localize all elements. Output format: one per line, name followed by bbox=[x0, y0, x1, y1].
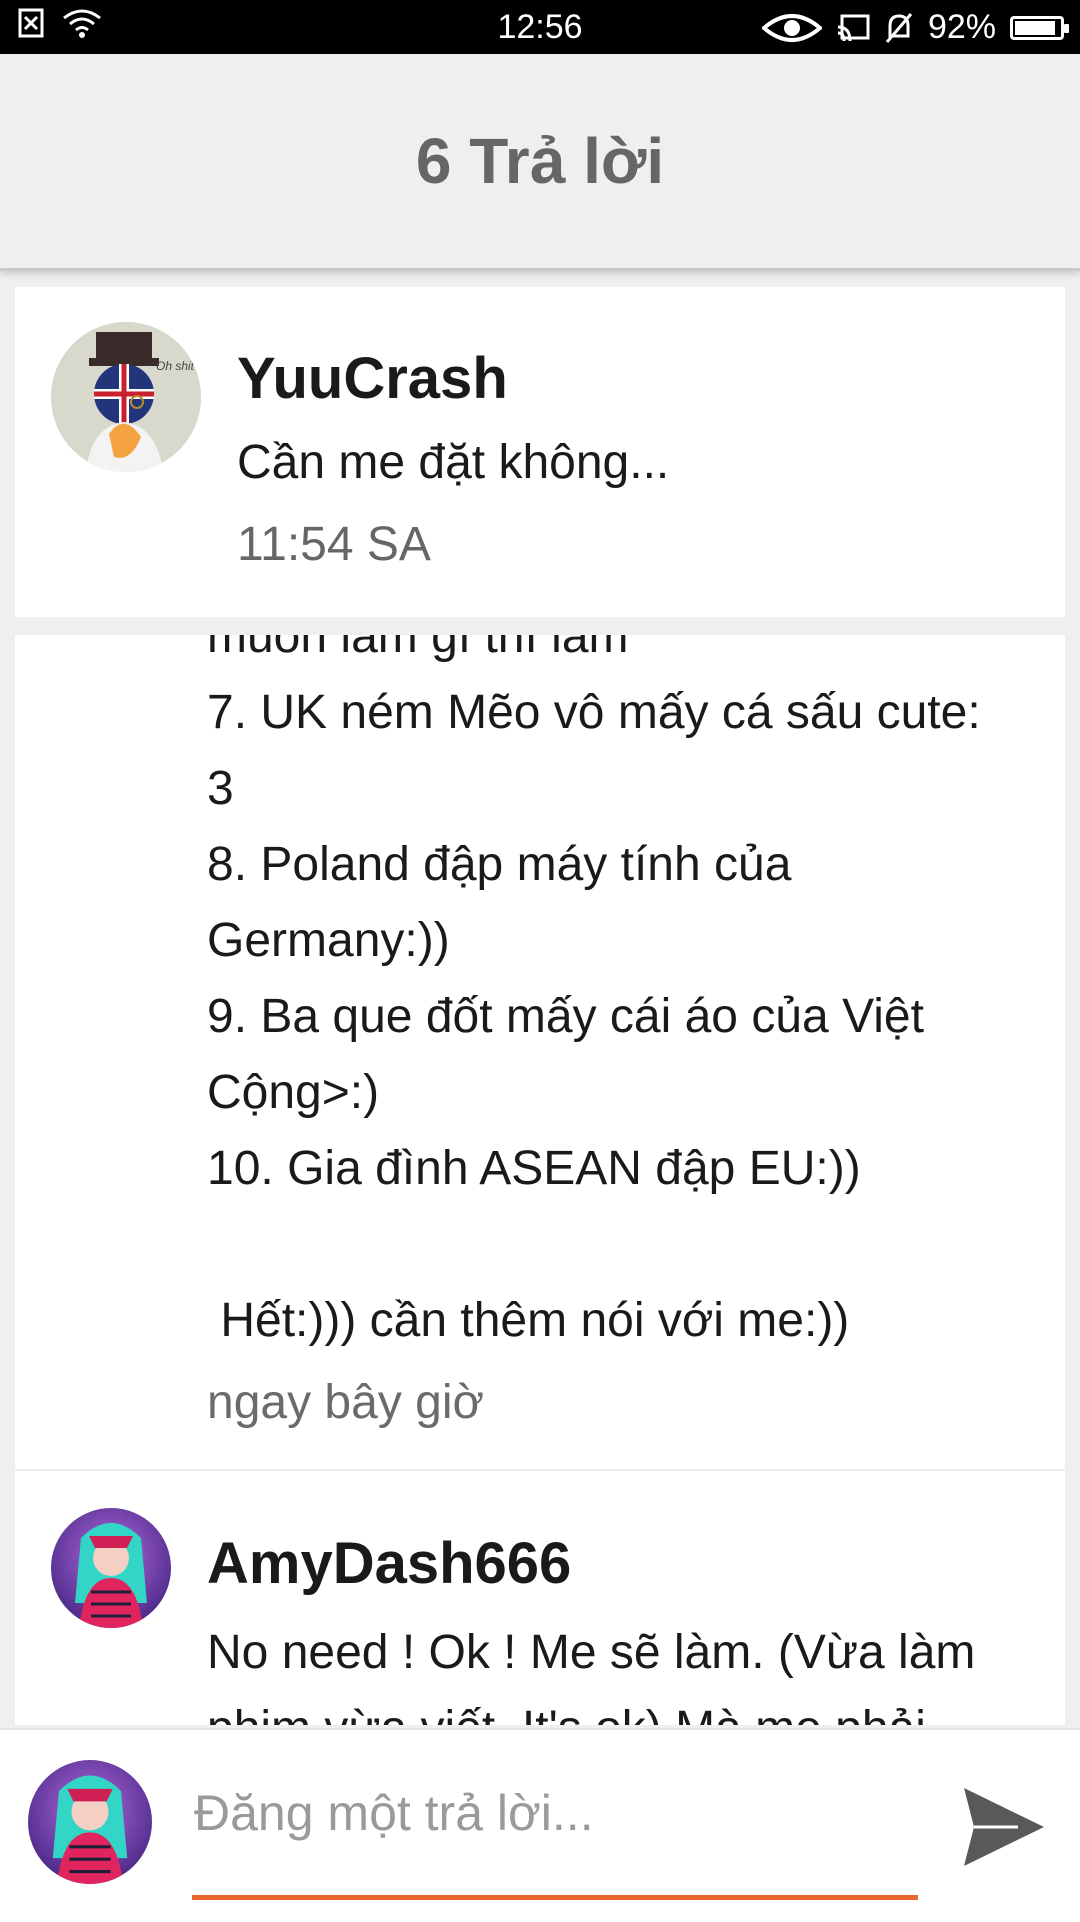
avatar[interactable] bbox=[51, 1508, 171, 1628]
avatar-image bbox=[28, 1760, 152, 1884]
bell-off-icon bbox=[885, 12, 913, 43]
input-underline bbox=[192, 1895, 918, 1900]
parent-comment[interactable]: Oh shit YuuCrash Cần me đặt không... 11:… bbox=[15, 287, 1065, 617]
avatar-image bbox=[51, 1508, 171, 1628]
status-right: 92% bbox=[761, 8, 1069, 47]
reply-time: ngay bây giờ bbox=[207, 1376, 484, 1429]
author-name[interactable]: YuuCrash bbox=[237, 345, 508, 412]
avatar[interactable]: Oh shit bbox=[51, 322, 201, 472]
send-icon[interactable] bbox=[958, 1782, 1048, 1872]
eye-icon bbox=[761, 13, 822, 42]
reply-text: No need ! Ok ! Me sẽ làm. (Vừa làm phim … bbox=[207, 1626, 976, 1725]
replies-header: 6 Trả lời bbox=[0, 54, 1080, 271]
replies-list[interactable]: muốn làm gì thì làm 7. UK ném Mẽo vô mấy… bbox=[15, 635, 1065, 1725]
avatar-image: Oh shit bbox=[51, 322, 201, 472]
comment-text: Cần me đặt không... bbox=[237, 436, 670, 489]
reply-text: muốn làm gì thì làm 7. UK ném Mẽo vô mấy… bbox=[207, 635, 981, 1347]
comment-time: 11:54 SA bbox=[237, 518, 431, 571]
battery-icon bbox=[1010, 15, 1069, 40]
status-bar: 12:56 92% bbox=[0, 0, 1080, 54]
divider bbox=[15, 1469, 1065, 1471]
reply-input[interactable] bbox=[192, 1772, 920, 1854]
avatar bbox=[28, 1760, 152, 1884]
svg-text:Oh shit: Oh shit bbox=[156, 359, 195, 373]
battery-percent: 92% bbox=[927, 8, 996, 46]
author-name[interactable]: AmyDash666 bbox=[207, 1530, 571, 1597]
battery-fill bbox=[1015, 20, 1056, 35]
cast-icon bbox=[837, 14, 870, 41]
reply-composer bbox=[0, 1728, 1080, 1922]
page-title: 6 Trả lời bbox=[415, 125, 665, 197]
